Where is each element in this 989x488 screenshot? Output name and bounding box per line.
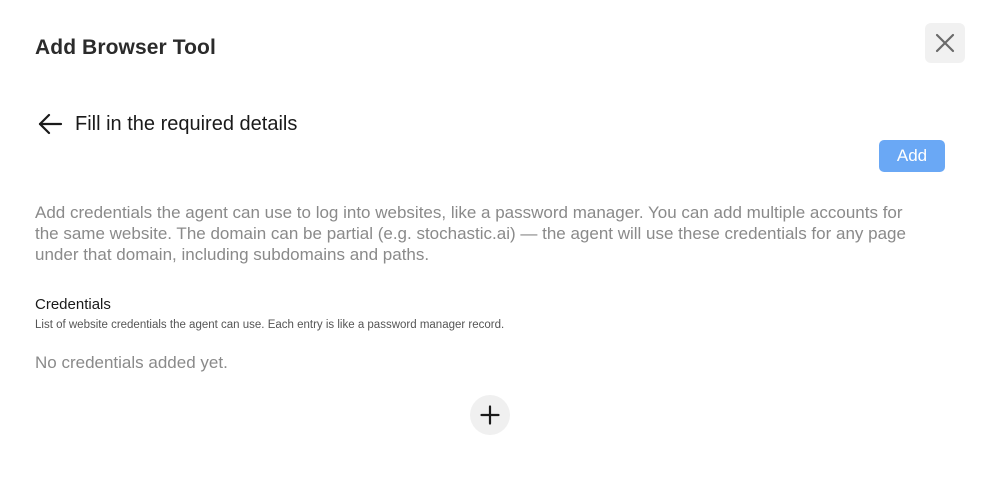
plus-icon: [480, 405, 500, 425]
arrow-left-icon: [37, 113, 63, 135]
add-credential-button[interactable]: [470, 395, 510, 435]
description-text: Add credentials the agent can use to log…: [35, 203, 906, 264]
dialog-title: Add Browser Tool: [35, 36, 216, 59]
credentials-empty-state: No credentials added yet.: [35, 353, 228, 372]
close-icon: [935, 33, 955, 53]
credentials-help-text: List of website credentials the agent ca…: [35, 319, 505, 331]
back-button[interactable]: [36, 112, 64, 136]
add-button[interactable]: Add: [879, 140, 945, 172]
step-title: Fill in the required details: [75, 113, 298, 135]
credentials-label: Credentials: [35, 296, 111, 313]
close-button[interactable]: [925, 23, 965, 63]
